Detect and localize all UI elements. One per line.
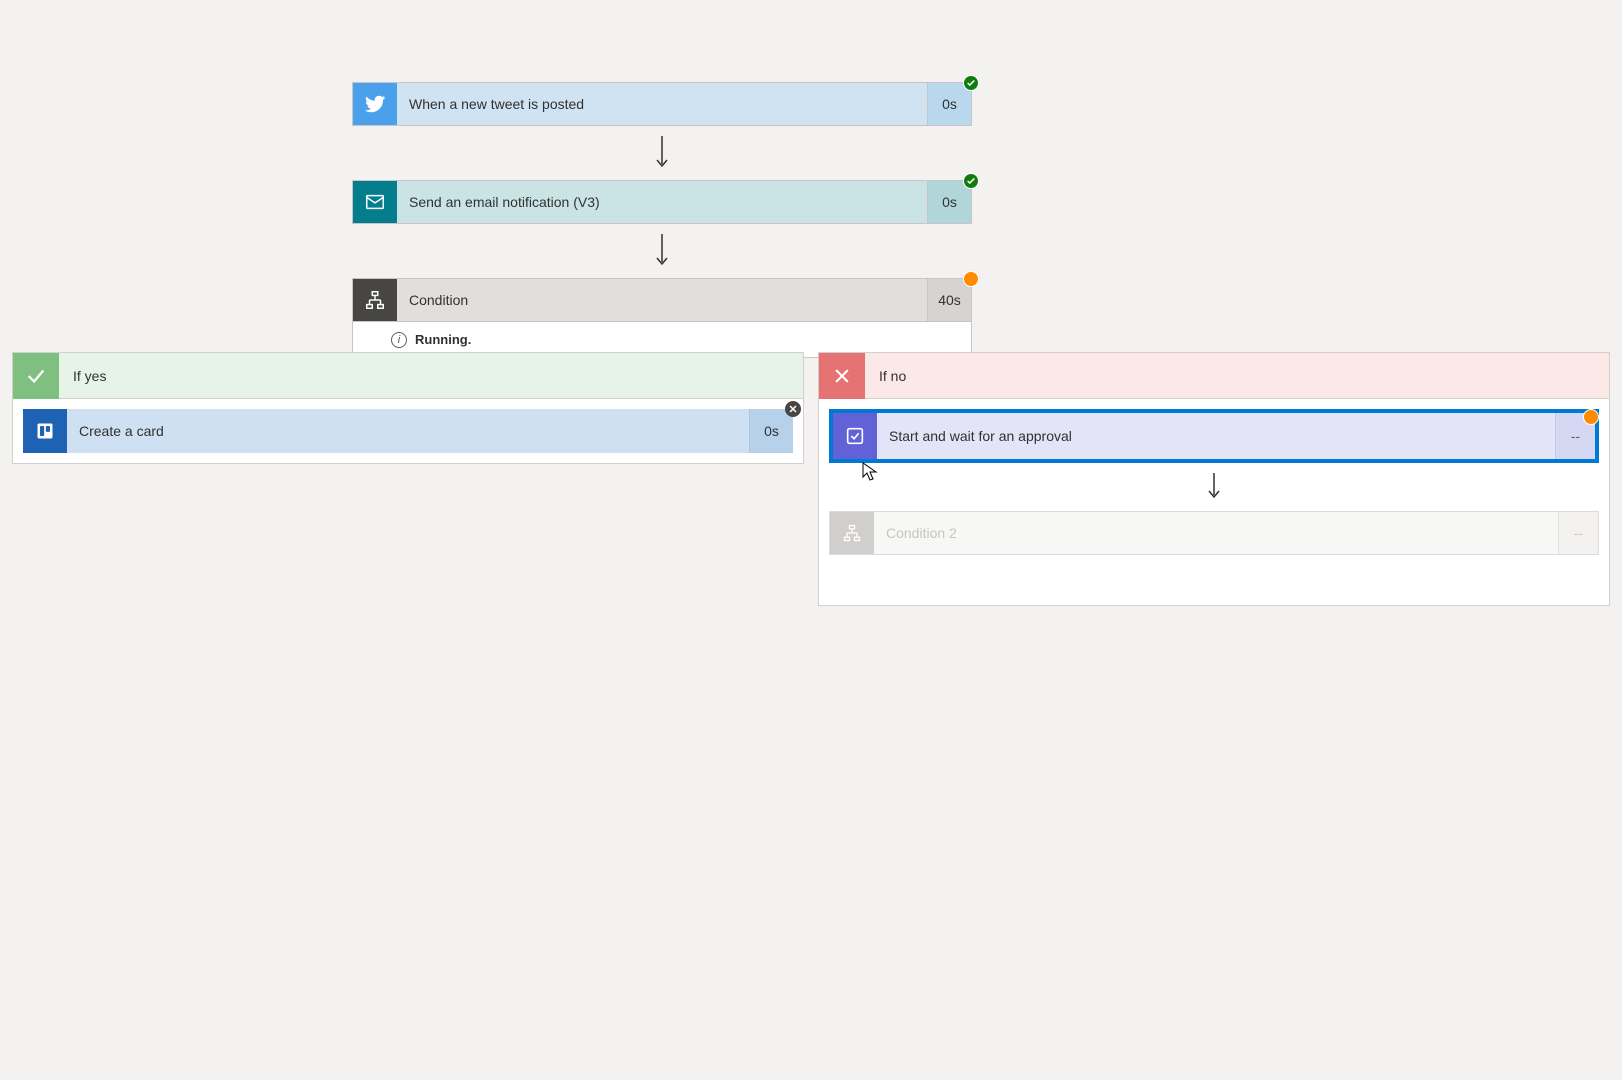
close-icon[interactable]	[785, 401, 801, 417]
check-icon	[13, 353, 59, 399]
branch-title: If yes	[59, 368, 106, 384]
approval-icon	[833, 413, 877, 459]
status-running-icon	[1583, 409, 1599, 425]
branch-header-no[interactable]: If no	[819, 353, 1609, 399]
branch-title: If no	[865, 368, 906, 384]
step-duration: 0s	[927, 181, 971, 223]
arrow-down-icon	[352, 224, 972, 278]
flow-step-email-notification[interactable]: Send an email notification (V3) 0s	[352, 180, 972, 224]
step-label: Condition 2	[874, 512, 1558, 554]
condition-branches: If yes Create a card 0s If no	[12, 352, 1610, 606]
step-label: Create a card	[67, 409, 749, 453]
twitter-icon	[353, 83, 397, 125]
flow-main-column: When a new tweet is posted 0s Send an em…	[352, 82, 972, 358]
mail-icon	[353, 181, 397, 223]
info-icon: i	[391, 332, 407, 348]
step-duration: 0s	[927, 83, 971, 125]
step-label: Send an email notification (V3)	[397, 181, 927, 223]
flow-step-condition-2[interactable]: Condition 2 --	[829, 511, 1599, 555]
status-success-icon	[963, 75, 979, 91]
close-icon	[819, 353, 865, 399]
branch-header-yes[interactable]: If yes	[13, 353, 803, 399]
condition-branch-icon	[830, 512, 874, 554]
branch-body: Create a card 0s	[13, 399, 803, 463]
status-success-icon	[963, 173, 979, 189]
step-duration: 40s	[927, 279, 971, 321]
flow-step-condition[interactable]: Condition 40s	[352, 278, 972, 322]
arrow-down-icon	[829, 469, 1599, 505]
step-label: Start and wait for an approval	[877, 413, 1555, 459]
flow-step-trello-create-card[interactable]: Create a card 0s	[23, 409, 793, 453]
flow-step-twitter-trigger[interactable]: When a new tweet is posted 0s	[352, 82, 972, 126]
status-running-icon	[963, 271, 979, 287]
branch-body: Start and wait for an approval --	[819, 399, 1609, 565]
trello-icon	[23, 409, 67, 453]
branch-if-no: If no Start and wait for an approval --	[818, 352, 1610, 606]
flow-step-start-wait-approval[interactable]: Start and wait for an approval --	[829, 409, 1599, 463]
running-text: Running.	[415, 332, 471, 347]
step-label: When a new tweet is posted	[397, 83, 927, 125]
branch-if-yes: If yes Create a card 0s	[12, 352, 804, 464]
step-duration: --	[1558, 512, 1598, 554]
condition-branch-icon	[353, 279, 397, 321]
step-label: Condition	[397, 279, 927, 321]
step-duration: 0s	[749, 409, 793, 453]
arrow-down-icon	[352, 126, 972, 180]
